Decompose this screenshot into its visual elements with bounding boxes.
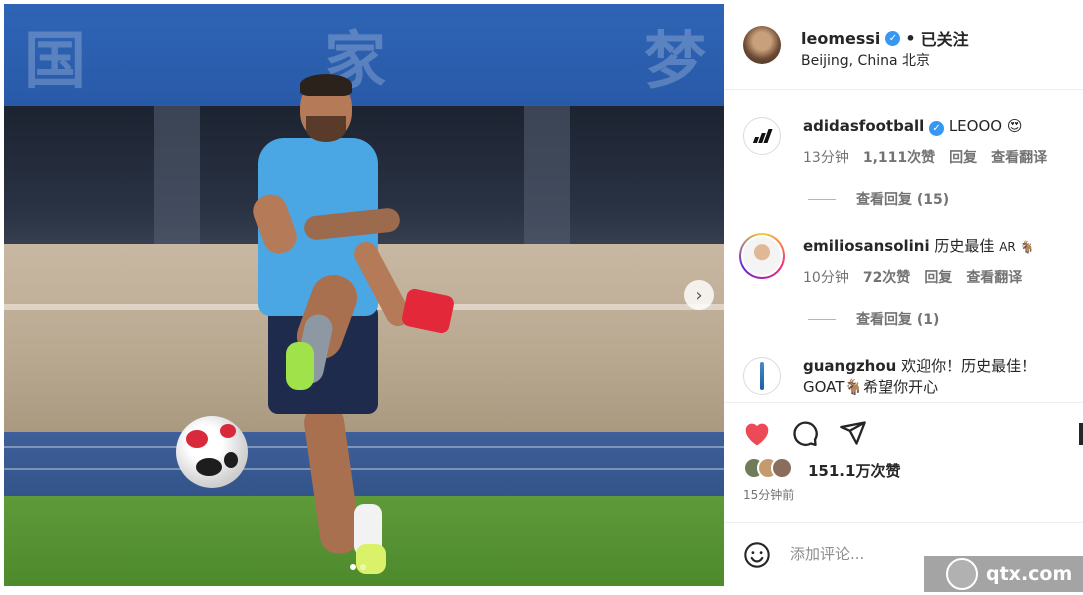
verified-badge-icon: ✓ bbox=[929, 121, 945, 136]
post-location[interactable]: Beijing, China 北京 bbox=[801, 50, 930, 70]
guangzhou-tower-icon[interactable] bbox=[743, 357, 781, 395]
translate-button[interactable]: 查看翻译 bbox=[991, 147, 1047, 167]
stadium-background: 国 家 梦 bbox=[4, 4, 724, 586]
comment-text: 历史最佳 bbox=[934, 237, 995, 255]
reply-divider bbox=[808, 318, 836, 320]
like-heart-icon[interactable] bbox=[742, 418, 772, 448]
bookmark-icon[interactable] bbox=[1079, 423, 1083, 445]
post-header: leomessi ✓ • 已关注 Beijing, China 北京 bbox=[724, 4, 1083, 90]
comment-text: LEOOO 😍 bbox=[948, 117, 1023, 135]
site-watermark: qtx.com bbox=[924, 556, 1083, 592]
author-username[interactable]: leomessi bbox=[801, 29, 880, 48]
carousel-dots bbox=[350, 564, 366, 570]
reply-button[interactable]: 回复 bbox=[949, 147, 977, 167]
comment-time: 13分钟 bbox=[803, 150, 849, 166]
post-time: 15分钟前 bbox=[743, 488, 795, 502]
view-replies-label: 查看回复 (15) bbox=[856, 192, 950, 208]
comment-likes[interactable]: 72次赞 bbox=[863, 267, 910, 287]
view-replies-button[interactable]: 查看回复 (15) bbox=[808, 189, 949, 209]
comment-username[interactable]: guangzhou bbox=[803, 357, 896, 375]
post-actions: 151.1万次赞 15分钟前 bbox=[724, 402, 1083, 522]
separator-dot: • bbox=[905, 28, 916, 48]
post-side-panel: leomessi ✓ • 已关注 Beijing, China 北京 adida… bbox=[724, 4, 1083, 586]
following-button[interactable]: 已关注 bbox=[921, 26, 969, 50]
avatar bbox=[771, 457, 793, 479]
view-replies-button[interactable]: 查看回复 (1) bbox=[808, 309, 939, 329]
translate-button[interactable]: 查看翻译 bbox=[966, 267, 1022, 287]
comment-text-row: adidasfootball ✓ LEOOO 😍 bbox=[803, 116, 1063, 137]
comment-time: 10分钟 bbox=[803, 270, 849, 286]
reply-divider bbox=[808, 198, 836, 200]
adidas-logo-icon[interactable] bbox=[743, 117, 781, 155]
comment-bubble-icon[interactable] bbox=[790, 418, 820, 448]
share-send-icon[interactable] bbox=[838, 418, 868, 448]
carousel-dot-active bbox=[350, 564, 356, 570]
author-avatar[interactable] bbox=[743, 26, 781, 64]
red-towel bbox=[400, 287, 456, 335]
comment-text-row: emiliosansolini 历史最佳 AR 🐐 bbox=[803, 236, 1063, 258]
comment-meta: 10分钟 72次赞 回复 查看翻译 bbox=[803, 267, 1022, 287]
liker-avatars[interactable] bbox=[743, 457, 793, 479]
reply-button[interactable]: 回复 bbox=[924, 267, 952, 287]
author-row: leomessi ✓ • 已关注 bbox=[801, 26, 969, 50]
carousel-dot bbox=[360, 564, 366, 570]
comment-badge: AR 🐐 bbox=[999, 240, 1035, 254]
football bbox=[176, 416, 248, 488]
verified-badge-icon: ✓ bbox=[885, 30, 901, 46]
emiliosansolini-avatar[interactable] bbox=[739, 233, 785, 279]
comment-likes[interactable]: 1,111次赞 bbox=[863, 147, 935, 167]
comment-username[interactable]: adidasfootball bbox=[803, 117, 924, 135]
watermark-text: qtx.com bbox=[986, 563, 1073, 585]
emoji-smile-icon[interactable] bbox=[743, 541, 771, 569]
comment-text-row: guangzhou 欢迎你！历史最佳！GOAT🐐希望你开心 bbox=[803, 356, 1063, 398]
chevron-right-icon: › bbox=[695, 284, 703, 306]
view-replies-label: 查看回复 (1) bbox=[856, 312, 940, 328]
next-image-button[interactable]: › bbox=[684, 280, 714, 310]
pillar bbox=[154, 106, 200, 256]
like-count[interactable]: 151.1万次赞 bbox=[808, 460, 900, 481]
comment-username[interactable]: emiliosansolini bbox=[803, 237, 930, 255]
pillar bbox=[524, 106, 570, 256]
player-figure bbox=[244, 74, 464, 574]
post-image[interactable]: 国 家 梦 › bbox=[4, 4, 724, 586]
comments-list[interactable]: adidasfootball ✓ LEOOO 😍 13分钟 1,111次赞 回复… bbox=[724, 91, 1083, 401]
watermark-logo-icon bbox=[946, 558, 978, 590]
comment-meta: 13分钟 1,111次赞 回复 查看翻译 bbox=[803, 147, 1047, 167]
